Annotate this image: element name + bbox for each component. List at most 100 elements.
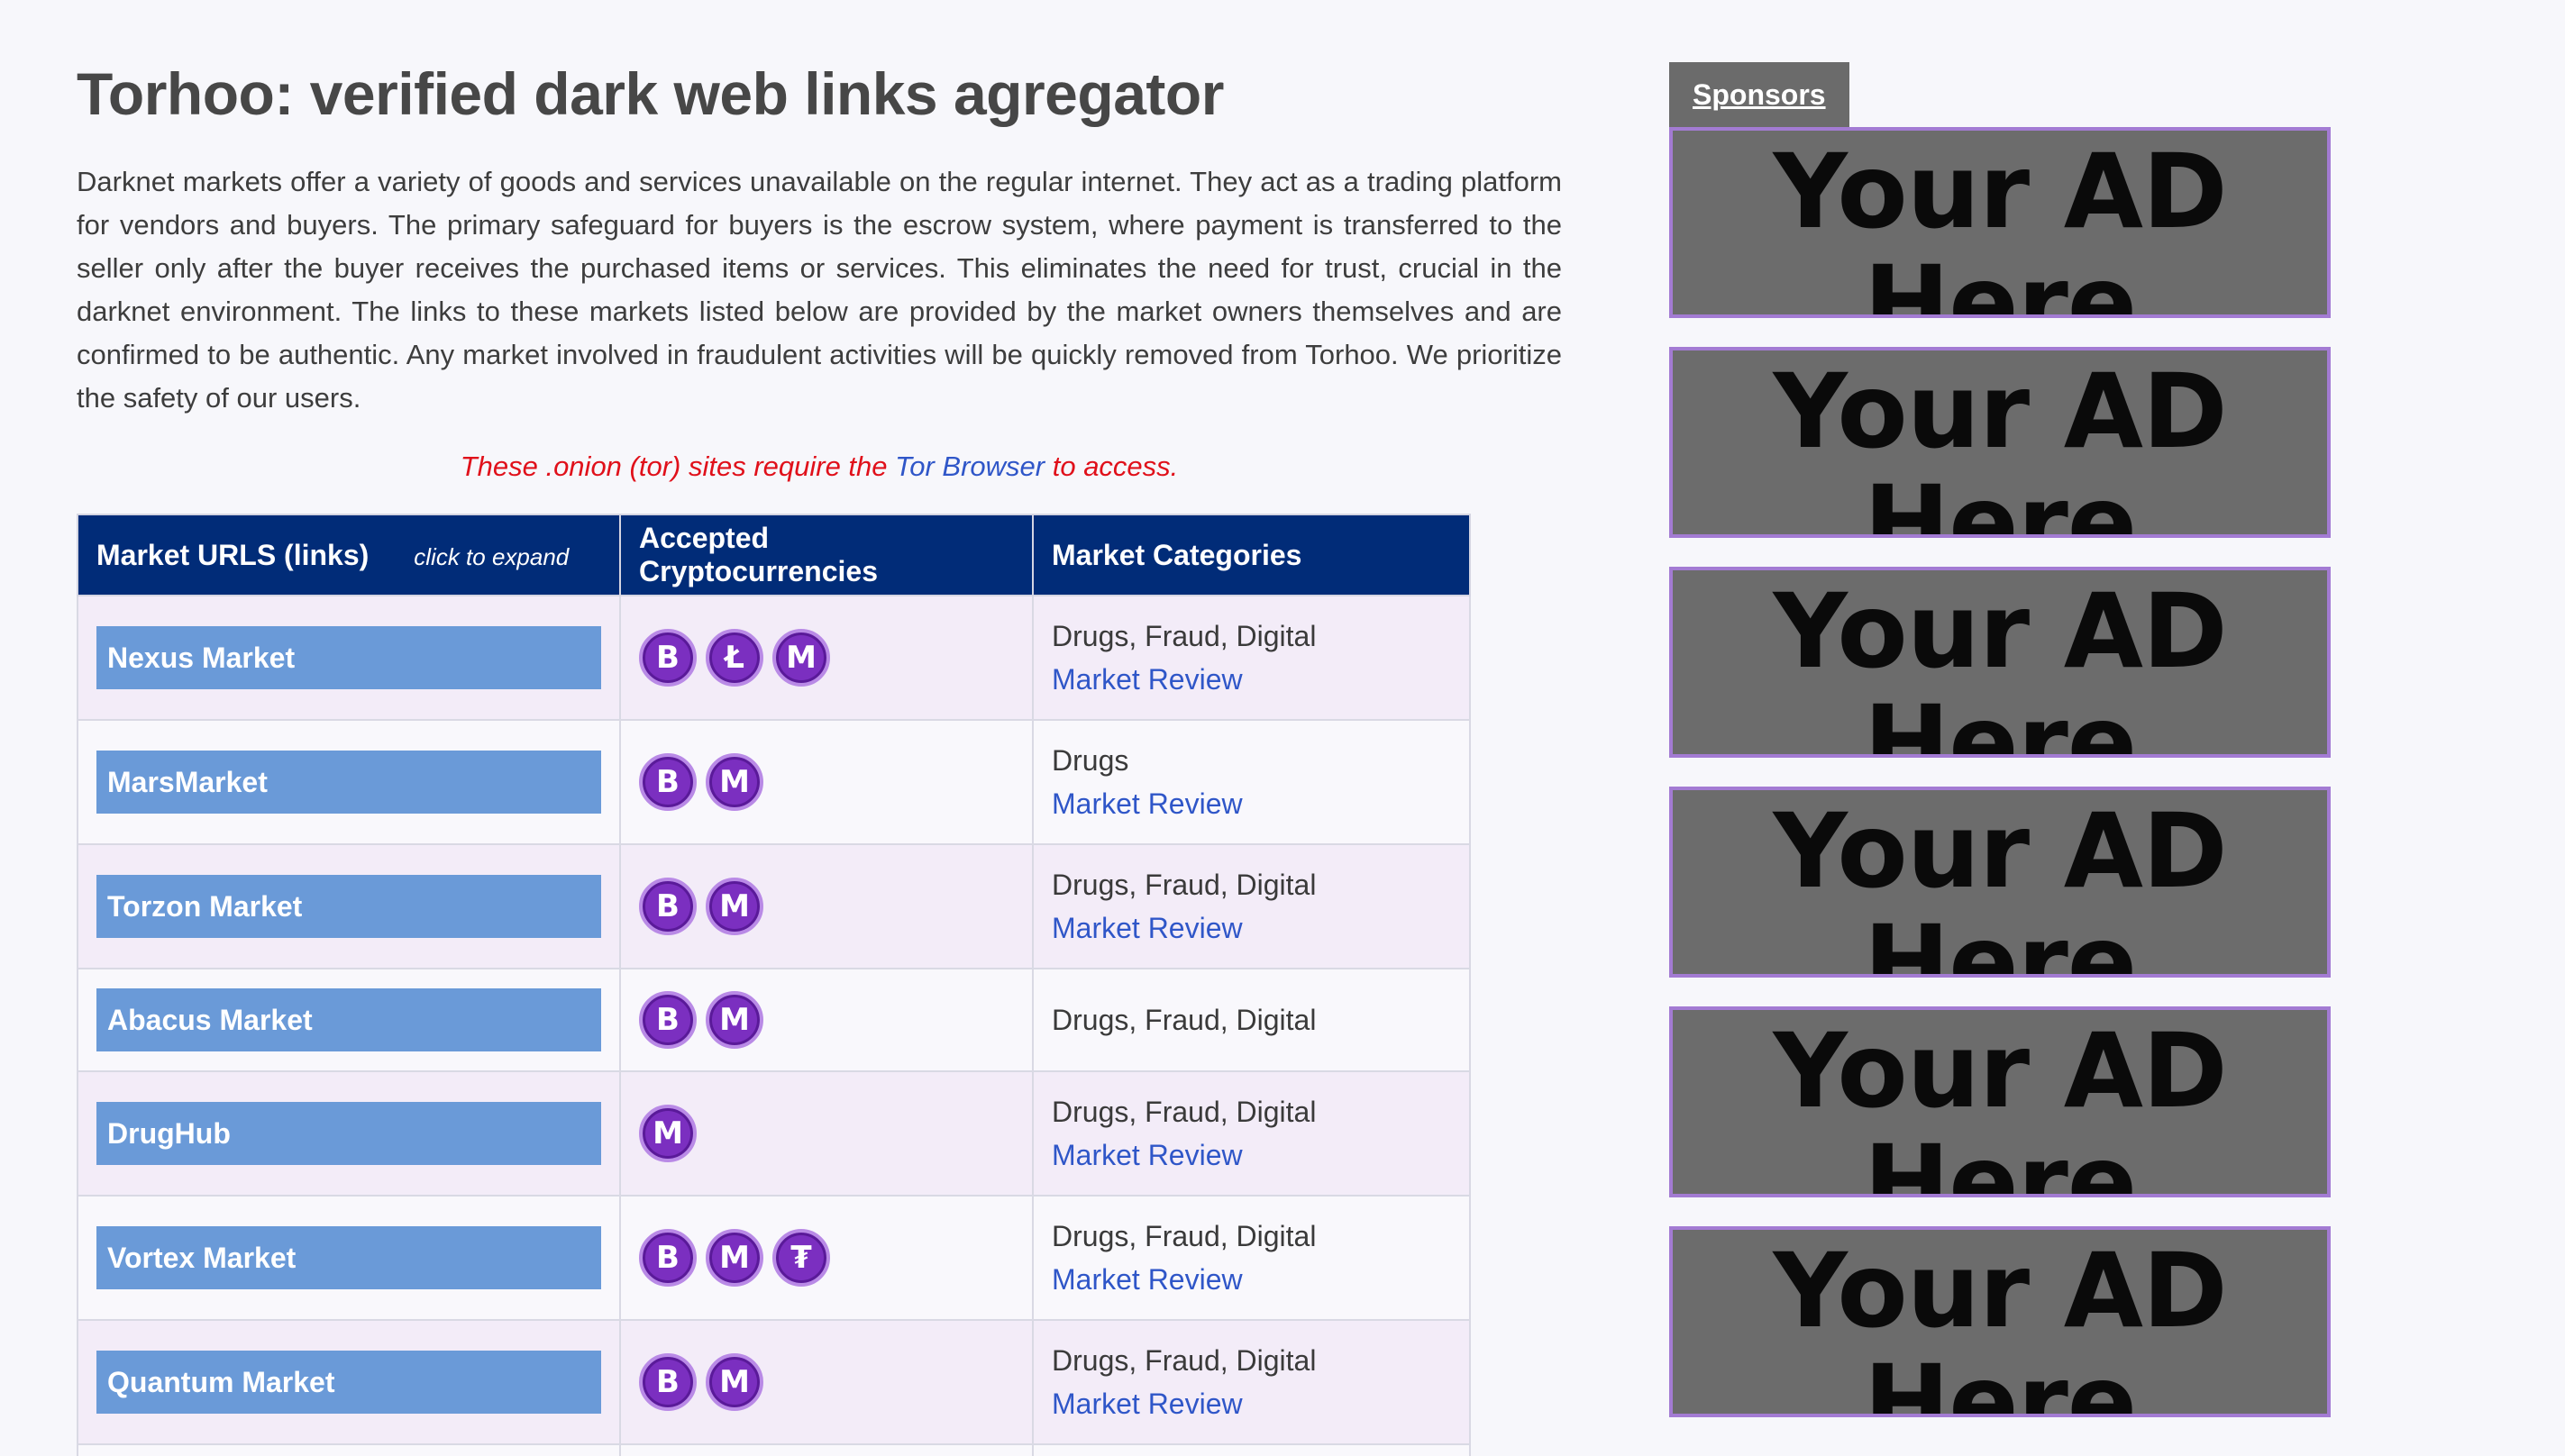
table-cell xyxy=(1032,1443,1471,1456)
sponsors-tab[interactable]: Sponsors xyxy=(1669,62,1849,127)
crypto-icons: BM xyxy=(639,753,1014,811)
crypto-cell: M xyxy=(619,1070,1034,1197)
tor-notice: These .onion (tor) sites require the Tor… xyxy=(77,447,1562,487)
market-url-cell: Torzon Market xyxy=(77,843,621,969)
click-to-expand-hint: click to expand xyxy=(414,542,570,570)
market-review-link[interactable]: Market Review xyxy=(1052,1133,1451,1177)
market-review-link[interactable]: Market Review xyxy=(1052,782,1451,825)
market-expand-button[interactable]: MarsMarket xyxy=(96,751,601,814)
markets-table: Market URLS (links) click to expand Accep… xyxy=(77,514,1471,1456)
crypto-cell: BM xyxy=(619,843,1034,969)
header-categories: Market Categories xyxy=(1032,514,1471,596)
monero-icon: M xyxy=(706,753,763,811)
crypto-icons: BM xyxy=(639,1353,1014,1411)
tether-icon: ₮ xyxy=(772,1229,830,1287)
market-categories: Drugs, Fraud, Digital xyxy=(1052,1004,1317,1036)
categories-wrap: Drugs, Fraud, Digital Market Review xyxy=(1052,1339,1451,1425)
page-title: Torhoo: verified dark web links agregato… xyxy=(77,60,1224,127)
categories-cell: Drugs, Fraud, Digital xyxy=(1032,968,1471,1072)
market-categories: Drugs, Fraud, Digital xyxy=(1052,620,1317,652)
market-url-cell: Quantum Market xyxy=(77,1319,621,1445)
table-row xyxy=(77,1443,1471,1456)
monero-icon: M xyxy=(706,1229,763,1287)
table-row: Vortex Market B M ₮ Drugs, Fraud, Digital Mar… xyxy=(77,1195,1471,1321)
main-content: Torhoo: verified dark web links agregato… xyxy=(77,54,1562,1456)
crypto-icons: BŁM xyxy=(639,629,1014,687)
monero-icon: M xyxy=(639,1105,697,1162)
market-categories: Drugs, Fraud, Digital xyxy=(1052,869,1317,901)
crypto-cell: BŁM xyxy=(619,595,1034,721)
market-review-link[interactable]: Market Review xyxy=(1052,658,1451,701)
categories-wrap: Drugs, Fraud, Digital xyxy=(1052,998,1451,1042)
sponsor-ad-banner[interactable]: Your AD HereClick for details xyxy=(1669,787,2331,978)
categories-wrap: Drugs, Fraud, Digital Market Review xyxy=(1052,614,1451,701)
header-market-urls: Market URLS (links) click to expand xyxy=(77,514,621,596)
table-header-row: Market URLS (links) click to expand Accep… xyxy=(77,514,1471,596)
bitcoin-icon: B xyxy=(639,1229,697,1287)
ad-headline: Your AD Here xyxy=(1773,1231,2227,1417)
market-categories: Drugs xyxy=(1052,744,1129,777)
crypto-icons: B M ₮ xyxy=(639,1229,1014,1287)
ad-headline: Your AD Here xyxy=(1773,132,2227,318)
market-url-cell: MarsMarket xyxy=(77,719,621,845)
crypto-cell: BM xyxy=(619,719,1034,845)
categories-cell: Drugs, Fraud, Digital Market Review xyxy=(1032,1319,1471,1445)
tor-notice-text: These .onion (tor) sites require the xyxy=(460,450,896,482)
market-expand-button[interactable]: Vortex Market xyxy=(96,1226,601,1289)
ad-headline: Your AD Here xyxy=(1773,351,2227,538)
header-market-urls-label: Market URLS (links) xyxy=(96,538,370,571)
ad-headline: Your AD Here xyxy=(1773,1011,2227,1197)
crypto-icons: BM xyxy=(639,878,1014,935)
header-cryptocurrencies: Accepted Cryptocurrencies xyxy=(619,514,1034,596)
categories-cell: Drugs, Fraud, Digital Market Review xyxy=(1032,595,1471,721)
categories-cell: Drugs, Fraud, Digital Market Review xyxy=(1032,1195,1471,1321)
categories-cell: Drugs Market Review xyxy=(1032,719,1471,845)
bitcoin-icon: B xyxy=(639,1353,697,1411)
litecoin-icon: Ł xyxy=(706,629,763,687)
sponsor-ads: Your AD HereClick for detailsYour AD Her… xyxy=(1669,127,2332,1417)
table-row: Nexus Market B Ł M Drugs, Fraud, Digital Mark… xyxy=(77,595,1471,721)
tor-browser-link[interactable]: Tor Browser xyxy=(895,450,1045,482)
market-url-cell: Abacus Market xyxy=(77,968,621,1072)
market-rows: Nexus Market B Ł M Drugs, Fraud, Digital Mark… xyxy=(77,595,1471,1456)
market-url-cell: Vortex Market xyxy=(77,1195,621,1321)
categories-wrap: Drugs, Fraud, Digital Market Review xyxy=(1052,1215,1451,1301)
market-expand-button[interactable]: DrugHub xyxy=(96,1102,601,1165)
crypto-cell: BM xyxy=(619,968,1034,1072)
bitcoin-icon: B xyxy=(639,991,697,1049)
market-expand-button[interactable]: Abacus Market xyxy=(96,988,601,1051)
sponsor-ad-banner[interactable]: Your AD HereClick for details xyxy=(1669,127,2331,318)
crypto-cell: B M ₮ xyxy=(619,1195,1034,1321)
bitcoin-icon: B xyxy=(639,753,697,811)
bitcoin-icon: B xyxy=(639,629,697,687)
ad-headline: Your AD Here xyxy=(1773,791,2227,978)
crypto-icons: M xyxy=(639,1105,1014,1162)
bitcoin-icon: B xyxy=(639,878,697,935)
tor-notice-text-end: to access. xyxy=(1045,450,1179,482)
sponsor-ad-banner[interactable]: Your AD HereClick for details xyxy=(1669,347,2331,538)
categories-wrap: Drugs, Fraud, Digital Market Review xyxy=(1052,863,1451,950)
categories-wrap: Drugs, Fraud, Digital Market Review xyxy=(1052,1090,1451,1177)
market-categories: Drugs, Fraud, Digital xyxy=(1052,1220,1317,1252)
sponsor-ad-banner[interactable]: Your AD HereClick for details xyxy=(1669,567,2331,758)
market-review-link[interactable]: Market Review xyxy=(1052,1258,1451,1301)
market-expand-button[interactable]: Quantum Market xyxy=(96,1351,601,1414)
monero-icon: M xyxy=(706,991,763,1049)
table-row: MarsMarket B M Drugs Market Review xyxy=(77,719,1471,845)
categories-cell: Drugs, Fraud, Digital Market Review xyxy=(1032,843,1471,969)
table-row: Abacus Market B M Drugs, Fraud, Digital xyxy=(77,968,1471,1072)
sponsor-ad-banner[interactable]: Your AD HereClick for details xyxy=(1669,1006,2331,1197)
monero-icon: M xyxy=(706,878,763,935)
market-expand-button[interactable]: Torzon Market xyxy=(96,875,601,938)
market-expand-button[interactable]: Nexus Market xyxy=(96,626,601,689)
intro-paragraph: Darknet markets offer a variety of goods… xyxy=(77,166,1562,414)
market-review-link[interactable]: Market Review xyxy=(1052,1382,1451,1425)
sponsor-ad-banner[interactable]: Your AD HereClick for details xyxy=(1669,1226,2331,1417)
market-review-link[interactable]: Market Review xyxy=(1052,906,1451,950)
table-cell xyxy=(77,1443,621,1456)
table-row: DrugHub M Drugs, Fraud, Digital Market Revi… xyxy=(77,1070,1471,1197)
market-url-cell: Nexus Market xyxy=(77,595,621,721)
categories-wrap: Drugs Market Review xyxy=(1052,739,1451,825)
table-cell xyxy=(619,1443,1034,1456)
market-url-cell: DrugHub xyxy=(77,1070,621,1197)
